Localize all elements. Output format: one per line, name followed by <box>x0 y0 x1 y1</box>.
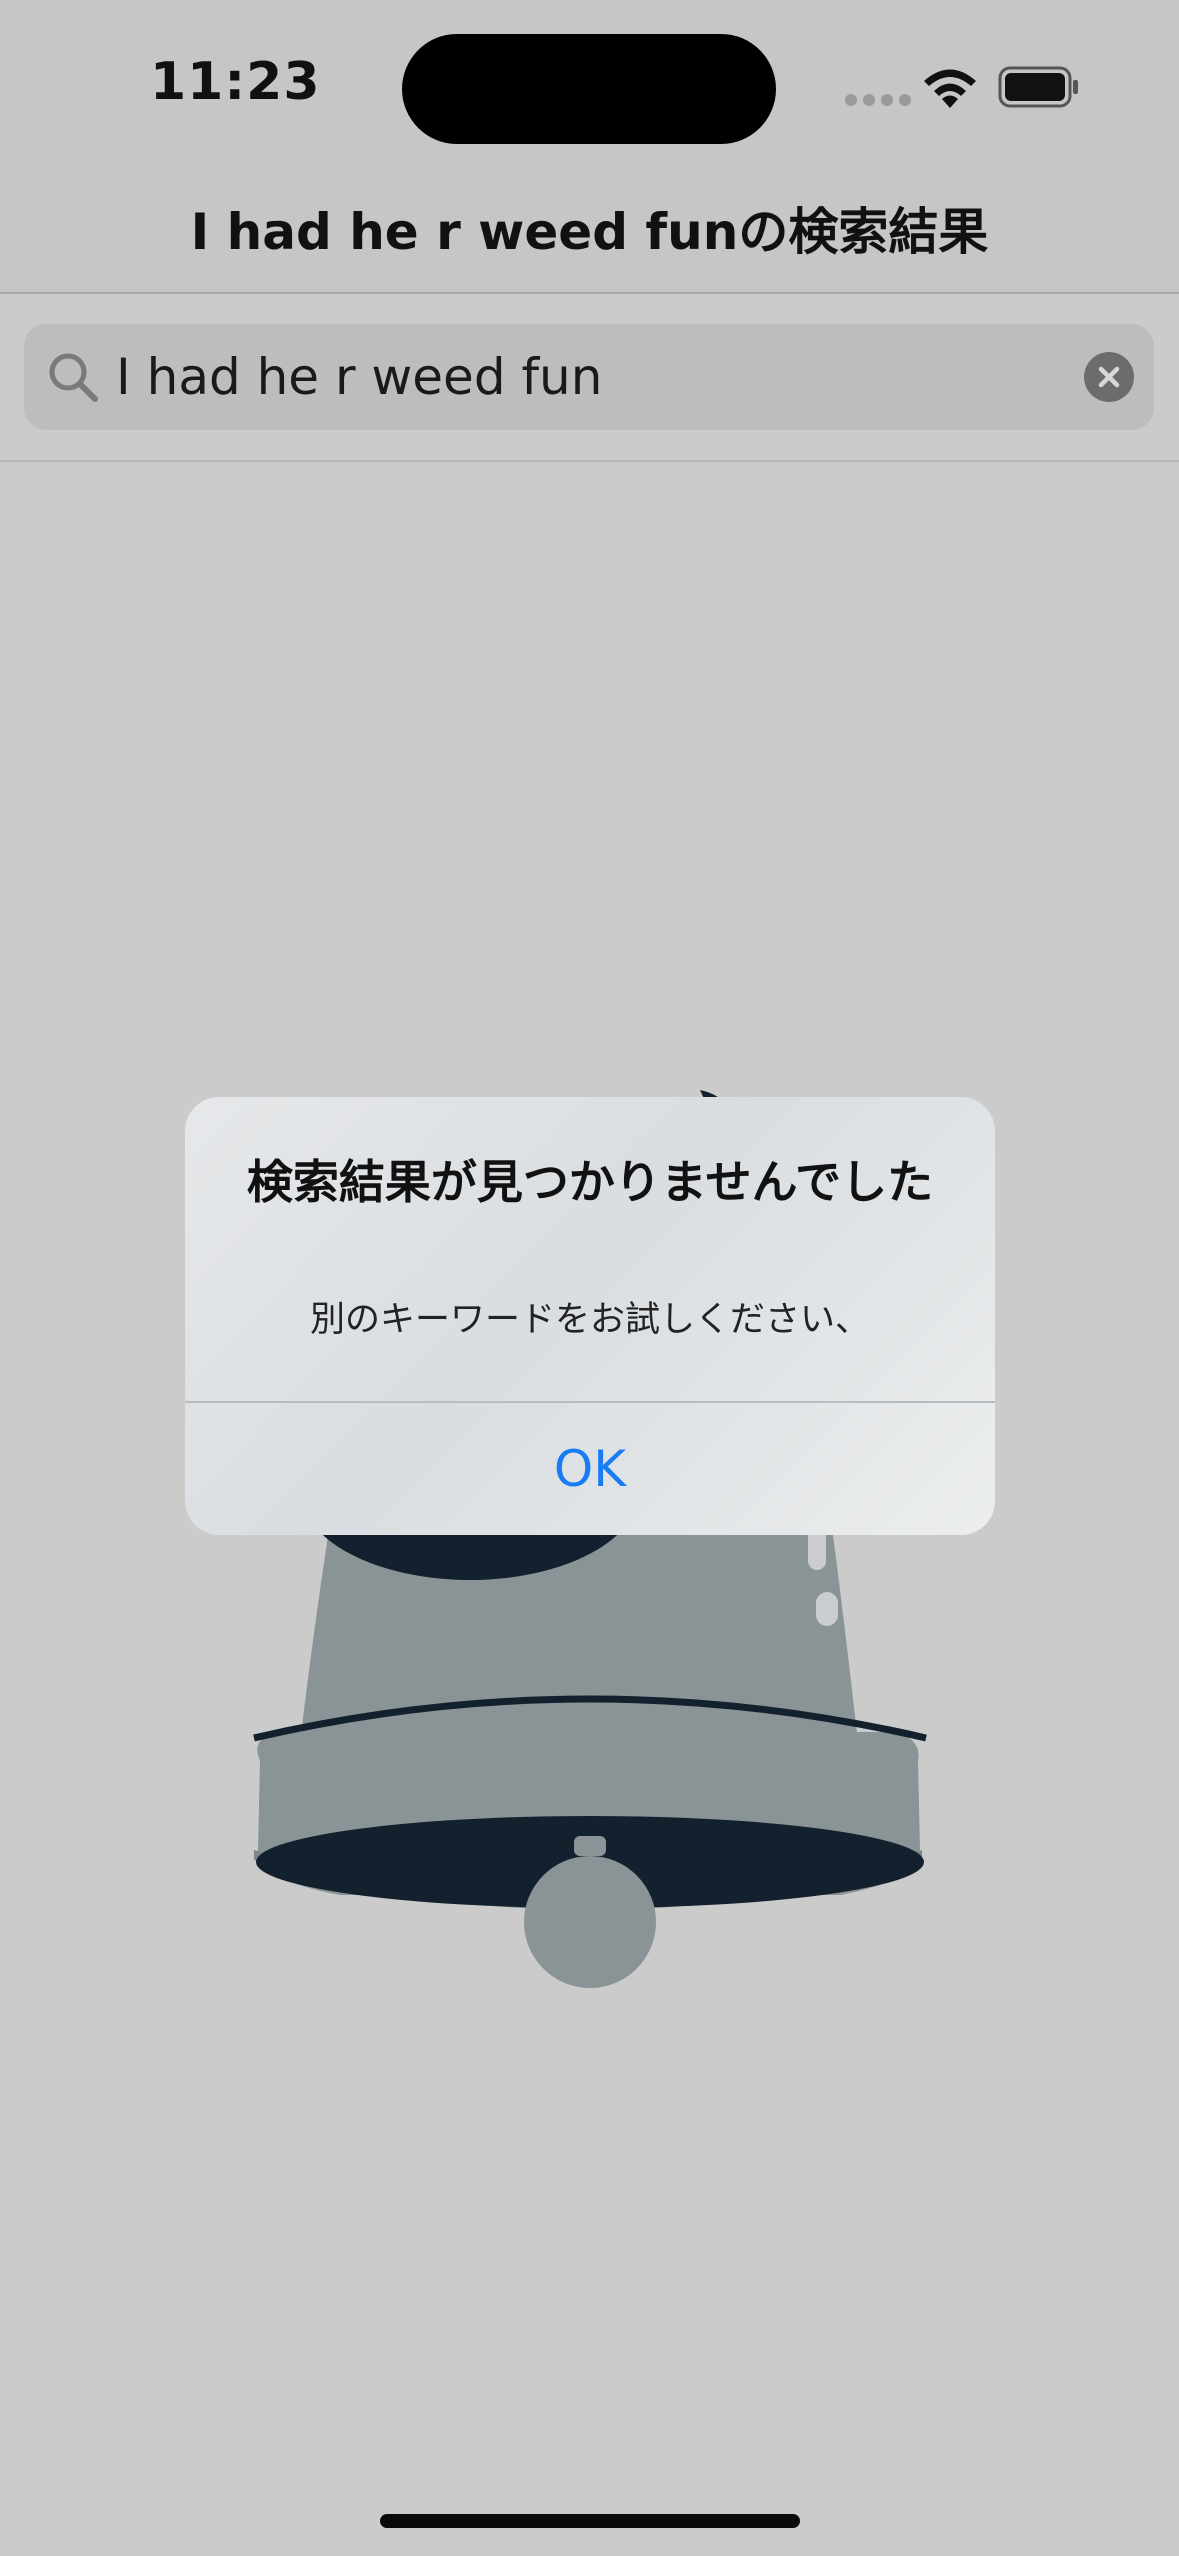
page-title: I had he r weed funの検索結果 <box>190 203 989 261</box>
clear-search-button[interactable] <box>1084 352 1134 402</box>
ok-button[interactable]: OK <box>185 1403 995 1535</box>
wifi-icon <box>924 69 976 108</box>
divider <box>0 460 1179 462</box>
status-time: 11:23 <box>150 52 321 112</box>
search-field[interactable]: I had he r weed fun <box>24 324 1154 430</box>
search-input[interactable]: I had he r weed fun <box>116 348 602 406</box>
alert-dialog: 検索結果が見つかりませんでした 別のキーワードをお試しください、 OK <box>185 1097 995 1535</box>
home-indicator[interactable] <box>380 2514 800 2528</box>
alert-message: 別のキーワードをお試しください、 <box>309 1300 870 1340</box>
header-area: 11:23 I had he r weed funの検索結果 <box>0 0 1179 294</box>
cellular-dots-icon <box>845 94 911 106</box>
search-icon <box>49 353 98 402</box>
battery-icon <box>998 66 1078 108</box>
clear-icon <box>1098 366 1120 388</box>
dynamic-island <box>402 34 776 144</box>
alert-title: 検索結果が見つかりませんでした <box>246 1155 934 1209</box>
